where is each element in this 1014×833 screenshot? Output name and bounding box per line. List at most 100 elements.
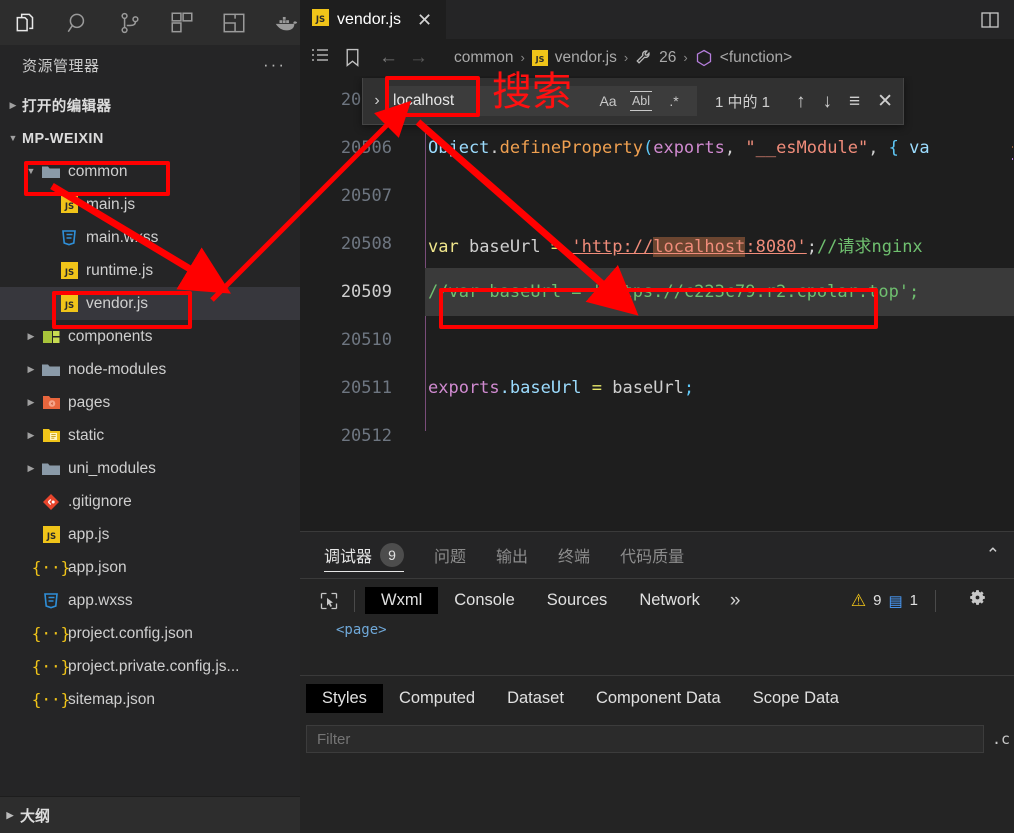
breadcrumb-item-function[interactable]: <function> [720, 49, 792, 67]
gear-icon[interactable] [953, 587, 1004, 614]
tree-item-static[interactable]: ▶ static [0, 419, 300, 452]
tree-item-main-js[interactable]: JS main.js [0, 188, 300, 221]
explorer-icon[interactable] [12, 8, 40, 38]
filter-input[interactable] [306, 725, 984, 753]
tree-item-app-json[interactable]: {··} app.json [0, 551, 300, 584]
line-number: 20509 [340, 282, 392, 302]
panel-collapse-icon[interactable]: ⌃ [986, 545, 1014, 565]
outline-list-icon[interactable] [310, 47, 330, 68]
editor-area: JS vendor.js ✕ ← → common › JS vendor.js… [300, 0, 1014, 833]
find-expand-icon[interactable]: › [367, 92, 387, 110]
match-case-icon[interactable]: Aa [597, 91, 619, 111]
svg-text:JS: JS [63, 202, 73, 212]
find-previous-icon[interactable]: ↑ [796, 92, 806, 111]
find-next-icon[interactable]: ↓ [823, 92, 833, 111]
info-count: 1 [909, 592, 918, 609]
find-widget[interactable]: › Aa Abl .* 1 中的 1 ↑ ↓ ≡ ✕ [362, 78, 905, 125]
tree-item-app-js[interactable]: JS app.js [0, 518, 300, 551]
tree-item-label: uni_modules [68, 459, 156, 477]
find-close-icon[interactable]: ✕ [877, 92, 893, 111]
devtools-tab-sources[interactable]: Sources [531, 587, 624, 614]
tree-item-main-wxss[interactable]: main.wxss [0, 221, 300, 254]
warning-count: 9 [873, 592, 882, 609]
code-line: 20511 exports.baseUrl = baseUrl; [300, 364, 1014, 412]
js-icon: JS [40, 526, 62, 543]
panel-tab-问题[interactable]: 问题 [434, 532, 466, 578]
sidebar-section-open-editors[interactable]: ▶ 打开的编辑器 [0, 89, 300, 122]
components-icon [40, 328, 62, 346]
devtools-tab-network[interactable]: Network [623, 587, 716, 614]
regex-icon[interactable]: .* [663, 91, 685, 111]
devtools-tab-console[interactable]: Console [438, 587, 531, 614]
panel-tab-label: 问题 [434, 549, 467, 566]
devtools-more-tabs-icon[interactable]: » [716, 590, 755, 612]
devtools-tab-wxml[interactable]: Wxml [365, 587, 439, 614]
chevron-right-icon: ▶ [27, 331, 35, 341]
devtools: Wxml Console Sources Network » ⚠ 9 ▤ 1 <… [300, 578, 1014, 833]
tab-label: vendor.js [337, 11, 402, 28]
tree-item-label: main.js [86, 195, 136, 213]
breadcrumb-item-symbol-count[interactable]: 26 [659, 49, 676, 67]
panel-tab-label: 调试器 [324, 549, 373, 566]
breadcrumb-separator: › [623, 50, 629, 65]
tree-item--gitignore[interactable]: .gitignore [0, 485, 300, 518]
style-tab-scope-data[interactable]: Scope Data [737, 684, 855, 713]
tree-item-pages[interactable]: ▶ pages [0, 386, 300, 419]
tree-item-vendor-js[interactable]: JS vendor.js [0, 287, 300, 320]
tree-item-components[interactable]: ▶ components [0, 320, 300, 353]
nav-forward-icon[interactable]: → [407, 47, 430, 69]
tab-vendor-js[interactable]: JS vendor.js ✕ [300, 0, 447, 39]
style-tab-component-data[interactable]: Component Data [580, 684, 737, 713]
close-icon[interactable]: ✕ [417, 10, 432, 31]
open-editors-label: 打开的编辑器 [22, 99, 112, 115]
panel-tab-终端[interactable]: 终端 [558, 532, 590, 578]
folder-icon [40, 461, 62, 477]
find-in-selection-icon[interactable]: ≡ [849, 92, 860, 111]
tree-item-project-config-json[interactable]: {··} project.config.json [0, 617, 300, 650]
js-icon: JS [312, 9, 329, 31]
breadcrumb-item-file[interactable]: vendor.js [555, 49, 617, 67]
sidebar-section-workspace[interactable]: ▼ MP-WEIXIN [0, 122, 300, 155]
style-tab-dataset[interactable]: Dataset [491, 684, 580, 713]
tree-item-app-wxss[interactable]: app.wxss [0, 584, 300, 617]
line-number: 20507 [340, 186, 392, 206]
folder-icon [40, 164, 62, 180]
tree-item-label: app.js [68, 525, 110, 543]
find-match-count: 1 中的 1 [715, 93, 771, 111]
code-token: Object.defineProperty(exports, "__esModu… [428, 138, 930, 158]
tree-item-runtime-js[interactable]: JS runtime.js [0, 254, 300, 287]
search-icon[interactable] [64, 8, 92, 38]
whole-word-icon[interactable]: Abl [630, 91, 652, 111]
panel-tab-调试器[interactable]: 调试器 9 [324, 532, 405, 578]
nav-back-icon[interactable]: ← [367, 47, 400, 69]
code-comment: //var baseUrl = 'https://c223c79.r2.cpol… [428, 282, 920, 302]
style-tab-styles[interactable]: Styles [306, 683, 383, 713]
outline-label: 大纲 [20, 807, 51, 825]
tree-item-node-modules[interactable]: ▶ node-modules [0, 353, 300, 386]
breadcrumb-item-folder[interactable]: common [454, 49, 513, 67]
bookmark-icon[interactable] [337, 48, 360, 67]
extensions-icon[interactable] [168, 8, 196, 38]
line-number: 20512 [340, 426, 392, 446]
layout-icon[interactable] [220, 8, 248, 38]
explorer-more-actions[interactable]: ··· [263, 55, 286, 75]
svg-text:JS: JS [315, 15, 325, 25]
search-input[interactable] [393, 92, 489, 110]
tree-item-common[interactable]: ▼ common [0, 155, 300, 188]
sidebar-section-outline[interactable]: ▶ 大纲 [0, 796, 300, 833]
panel-tab-输出[interactable]: 输出 [496, 532, 528, 578]
tree-item-project-private-config-js-[interactable]: {··} project.private.config.js... [0, 650, 300, 683]
editor-tab-bar: JS vendor.js ✕ [300, 0, 1014, 39]
find-input-box[interactable]: Aa Abl .* [387, 86, 697, 116]
panel-tab-代码质量[interactable]: 代码质量 [620, 532, 684, 578]
styles-body [300, 758, 1014, 833]
tree-item-uni-modules[interactable]: ▶ uni_modules [0, 452, 300, 485]
docker-icon[interactable] [272, 8, 300, 38]
split-editor-icon[interactable] [966, 0, 1014, 39]
code-token: baseUrl [468, 236, 541, 257]
style-tab-computed[interactable]: Computed [383, 684, 491, 713]
tree-item-sitemap-json[interactable]: {··} sitemap.json [0, 683, 300, 716]
inspect-element-icon[interactable] [314, 588, 344, 614]
source-control-icon[interactable] [116, 8, 144, 38]
code-editor[interactable]: 20505 "use strict"; 20506 Object.defineP… [300, 76, 1014, 531]
